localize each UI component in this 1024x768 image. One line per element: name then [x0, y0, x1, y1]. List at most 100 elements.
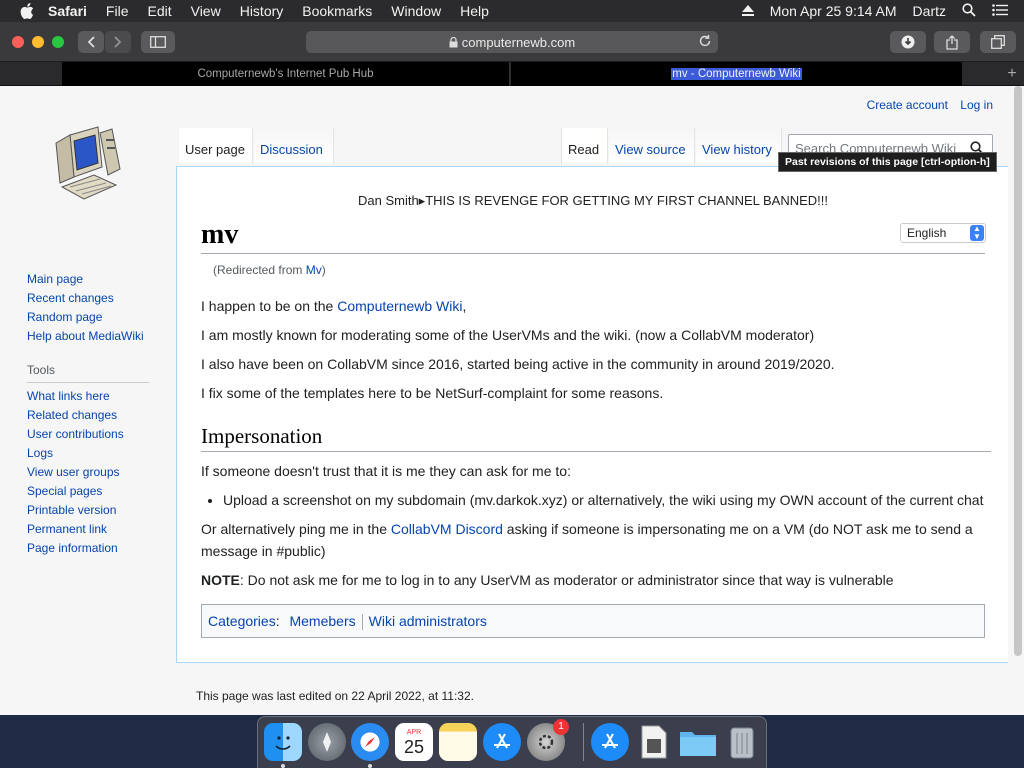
sidebar-toggle-button[interactable]	[141, 31, 175, 53]
paragraph: I also have been on CollabVM since 2016,…	[201, 356, 835, 372]
tooltip: Past revisions of this page [ctrl-option…	[778, 152, 997, 172]
close-window-button[interactable]	[12, 36, 24, 48]
sidebar-item-permanent-link[interactable]: Permanent link	[27, 522, 149, 541]
paragraph-text: ,	[462, 298, 467, 314]
sidebar-item-what-links-here[interactable]: What links here	[27, 389, 149, 408]
sidebar-icon	[150, 36, 166, 48]
redirect-source-link[interactable]: Mv	[306, 263, 322, 277]
sidebar-item-page-information[interactable]: Page information	[27, 541, 149, 560]
back-button[interactable]	[78, 31, 104, 53]
menu-bookmarks[interactable]: Bookmarks	[302, 3, 372, 19]
dock-divider	[583, 723, 584, 761]
tab-title: Computernewb's Internet Pub Hub	[197, 68, 374, 80]
site-logo[interactable]	[48, 121, 128, 211]
sidebar-item-special-pages[interactable]: Special pages	[27, 484, 149, 503]
downloads-folder-icon[interactable]	[679, 723, 717, 761]
menu-history[interactable]: History	[240, 3, 284, 19]
app-store-icon[interactable]	[483, 723, 521, 761]
calendar-icon[interactable]: APR 25	[395, 723, 433, 761]
tab-label: Discussion	[260, 142, 323, 157]
collabvm-discord-link[interactable]: CollabVM Discord	[391, 521, 503, 537]
tab-label: View history	[702, 142, 772, 157]
section-heading-impersonation: Impersonation	[201, 423, 991, 452]
trash-icon[interactable]	[723, 723, 761, 761]
sidebar-item-user-contributions[interactable]: User contributions	[27, 427, 149, 446]
sidebar-item-recent-changes[interactable]: Recent changes	[27, 291, 149, 310]
minimize-window-button[interactable]	[32, 36, 44, 48]
system-preferences-icon[interactable]: 1	[527, 719, 569, 761]
tab-label: Read	[568, 142, 600, 157]
tab-mv-wiki[interactable]: mv - Computernewb Wiki	[511, 62, 962, 86]
finder-icon[interactable]	[264, 723, 302, 761]
page-title: mv	[201, 219, 985, 254]
site-notice: Dan Smith▸THIS IS REVENGE FOR GETTING MY…	[357, 193, 829, 208]
sidebar-item-related-changes[interactable]: Related changes	[27, 408, 149, 427]
sidebar-item-random-page[interactable]: Random page	[27, 310, 149, 329]
language-select[interactable]: English ▲ ▼	[900, 223, 986, 243]
tab-user-page[interactable]: User page	[179, 128, 253, 164]
sidebar-navigation: Main page Recent changes Random page Hel…	[27, 272, 149, 560]
paragraph-text: I happen to be on the	[201, 298, 338, 314]
tab-title: mv - Computernewb Wiki	[671, 68, 802, 80]
menu-user[interactable]: Dartz	[913, 3, 946, 19]
menu-clock[interactable]: Mon Apr 25 9:14 AM	[770, 3, 897, 19]
web-page: Create account Log in User page Discussi…	[0, 86, 1024, 715]
paragraph: I am mostly known for moderating some of…	[201, 327, 815, 343]
note-label: NOTE	[201, 572, 240, 588]
sidebar-item-printable-version[interactable]: Printable version	[27, 503, 149, 522]
footer-last-edited: This page was last edited on 22 April 20…	[196, 689, 474, 703]
category-wiki-administrators-link[interactable]: Wiki administrators	[369, 613, 487, 629]
running-indicator	[281, 764, 285, 768]
computernewb-wiki-link[interactable]: Computernewb Wiki	[337, 298, 462, 314]
downloads-button[interactable]	[890, 31, 926, 53]
category-memebers-link[interactable]: Memebers	[289, 613, 355, 629]
paragraph-text: : Do not ask me for me to log in to any …	[239, 572, 894, 588]
spotlight-icon[interactable]	[962, 2, 976, 20]
scrollbar[interactable]	[1014, 86, 1022, 656]
personal-tools: Create account Log in	[858, 98, 993, 112]
tab-view-history[interactable]: View history	[696, 128, 782, 164]
show-all-tabs-button[interactable]	[980, 31, 1016, 53]
launchpad-icon[interactable]	[308, 723, 346, 761]
tab-view-source[interactable]: View source	[609, 128, 695, 164]
notification-center-icon[interactable]	[992, 3, 1008, 19]
chevron-updown-icon: ▲ ▼	[970, 225, 984, 241]
categories-link[interactable]: Categories	[208, 613, 276, 629]
download-icon	[901, 35, 915, 49]
apple-icon[interactable]	[18, 2, 36, 20]
paragraph: I fix some of the templates here to be N…	[201, 385, 664, 401]
tab-read[interactable]: Read	[561, 128, 608, 164]
tab-computernewb-hub[interactable]: Computernewb's Internet Pub Hub	[62, 62, 510, 86]
sidebar-item-view-user-groups[interactable]: View user groups	[27, 465, 149, 484]
address-bar[interactable]: computernewb.com	[306, 31, 718, 53]
tab-discussion[interactable]: Discussion	[254, 128, 334, 164]
menu-file[interactable]: File	[106, 3, 129, 19]
dock: APR 25 1	[257, 716, 767, 768]
log-in-link[interactable]: Log in	[960, 98, 993, 112]
reload-icon[interactable]	[698, 34, 712, 51]
sidebar-item-logs[interactable]: Logs	[27, 446, 149, 465]
tools-heading: Tools	[27, 363, 149, 383]
menu-help[interactable]: Help	[460, 3, 489, 19]
zoom-window-button[interactable]	[52, 36, 64, 48]
eject-icon[interactable]	[741, 3, 754, 19]
computer-logo-icon	[55, 126, 121, 200]
menu-window[interactable]: Window	[391, 3, 441, 19]
safari-icon[interactable]	[351, 723, 389, 761]
forward-button[interactable]	[105, 31, 131, 53]
calendar-month: APR	[406, 728, 422, 736]
create-account-link[interactable]: Create account	[867, 98, 948, 112]
menu-edit[interactable]: Edit	[147, 3, 171, 19]
apps-folder-icon[interactable]	[591, 723, 629, 761]
document-icon[interactable]	[635, 723, 673, 761]
share-button[interactable]	[934, 31, 970, 53]
chevron-right-icon	[114, 36, 122, 48]
menu-view[interactable]: View	[191, 3, 221, 19]
menu-app-name[interactable]: Safari	[48, 3, 87, 19]
sidebar-item-main-page[interactable]: Main page	[27, 272, 149, 291]
notes-icon[interactable]	[439, 723, 477, 761]
menu-bar: Safari File Edit View History Bookmarks …	[0, 0, 1024, 22]
sidebar-item-help[interactable]: Help about MediaWiki	[27, 329, 149, 348]
paragraph: Or alternatively ping me in the CollabVM…	[201, 518, 991, 562]
new-tab-button[interactable]: +	[1000, 62, 1024, 86]
